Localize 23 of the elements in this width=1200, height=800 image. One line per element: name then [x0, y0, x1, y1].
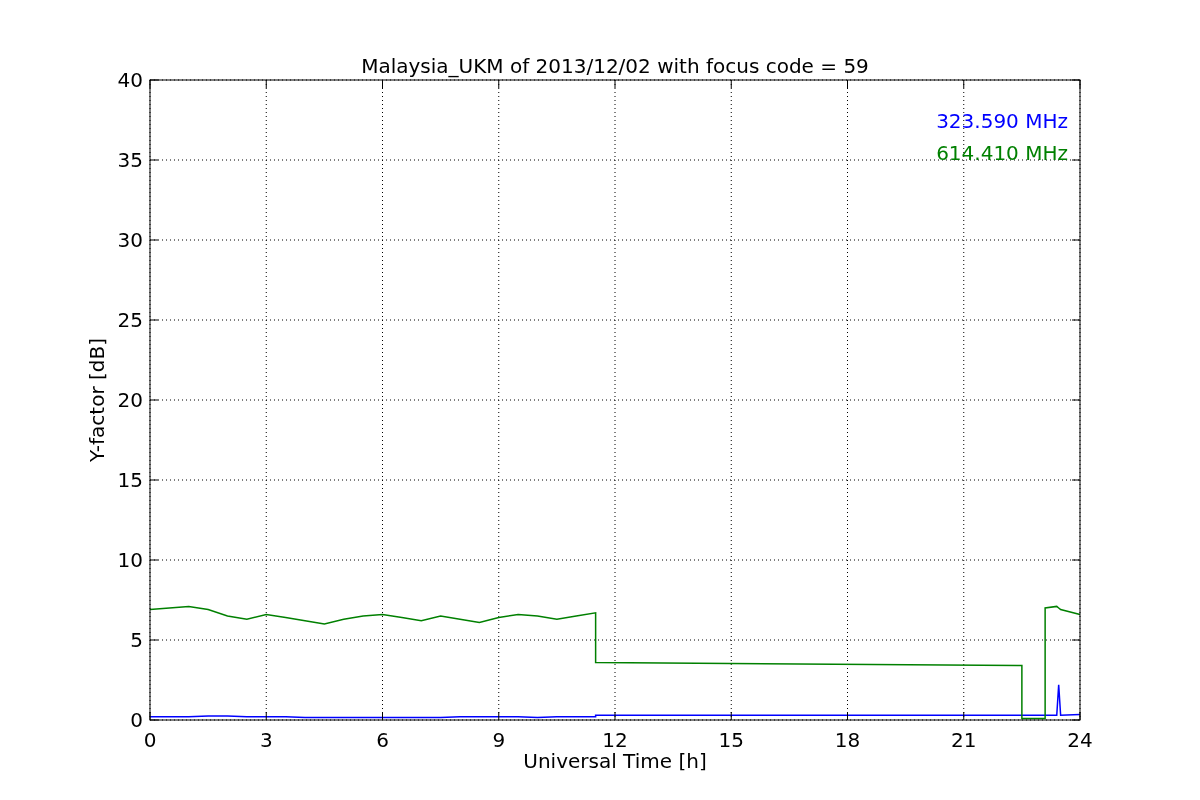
x-tick-label: 3 — [259, 728, 273, 752]
x-tick-label: 6 — [376, 728, 389, 752]
x-tick-label: 21 — [951, 728, 977, 752]
y-tick-label: 0 — [130, 708, 143, 732]
chart-title: Malaysia_UKM of 2013/12/02 with focus code = 59 — [361, 54, 869, 78]
y-tick-label: 20 — [117, 388, 143, 412]
legend-label: 614.410 MHz — [936, 141, 1068, 165]
y-tick-label: 5 — [130, 628, 143, 652]
y-tick-label: 35 — [117, 148, 143, 172]
y-tick-label: 40 — [117, 68, 143, 92]
y-tick-label: 30 — [117, 228, 143, 252]
x-tick-label: 15 — [718, 728, 744, 752]
y-tick-label: 15 — [117, 468, 143, 492]
x-tick-label: 24 — [1067, 728, 1093, 752]
x-tick-label: 12 — [602, 728, 628, 752]
y-axis-label: Y-factor [dB] — [85, 338, 109, 462]
x-tick-label: 18 — [834, 728, 861, 752]
x-axis-label: Universal Time [h] — [523, 749, 707, 773]
y-tick-label: 10 — [117, 548, 143, 572]
x-tick-label: 0 — [143, 728, 157, 752]
y-tick-label: 25 — [117, 308, 143, 332]
x-tick-label: 9 — [492, 728, 506, 752]
legend-label: 323.590 MHz — [936, 109, 1068, 133]
